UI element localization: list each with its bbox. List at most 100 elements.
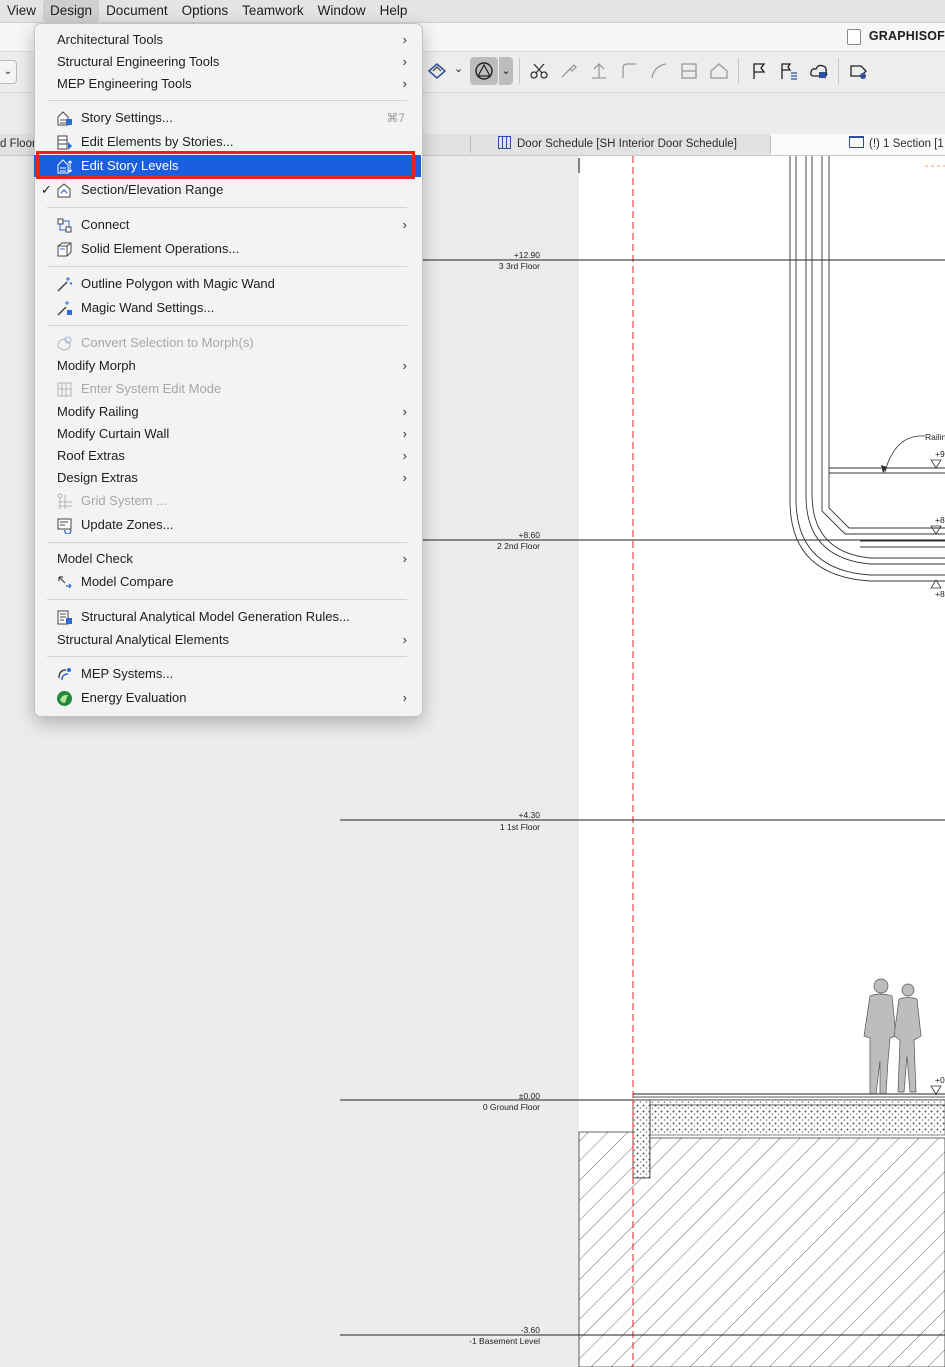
tab-door-schedule[interactable]: Door Schedule [SH Interior Door Schedule… bbox=[498, 134, 737, 155]
level-name-2: 2 2nd Floor bbox=[497, 541, 540, 551]
checkmark-icon: ✓ bbox=[41, 182, 52, 197]
energy-evaluation-icon bbox=[56, 690, 73, 707]
roof-icon[interactable] bbox=[708, 60, 730, 82]
shape-tool-active-icon[interactable] bbox=[470, 57, 498, 85]
fillet-icon[interactable] bbox=[618, 60, 640, 82]
chevron-right-icon: › bbox=[402, 470, 407, 485]
level-name-3: 3 3rd Floor bbox=[499, 261, 540, 271]
menu-item-update-zones[interactable]: Update Zones... bbox=[34, 514, 421, 536]
tag-icon[interactable] bbox=[848, 60, 870, 82]
level-elevation-2: +8.60 bbox=[518, 530, 540, 540]
menu-item-architectural-tools[interactable]: Architectural Tools › bbox=[34, 29, 421, 51]
menu-item-enter-system-edit-mode: Enter System Edit Mode bbox=[34, 378, 421, 400]
menu-item-edit-elements-by-stories[interactable]: Edit Elements by Stories... bbox=[34, 131, 421, 153]
tab-section[interactable]: (!) 1 Section [1 bbox=[771, 134, 945, 155]
menu-item-roof-extras[interactable]: Roof Extras › bbox=[34, 445, 421, 467]
level-name-0: 0 Ground Floor bbox=[483, 1102, 540, 1112]
menu-teamwork[interactable]: Teamwork bbox=[235, 0, 311, 22]
document-icon bbox=[847, 29, 861, 45]
menu-window[interactable]: Window bbox=[311, 0, 373, 22]
flag-list-icon[interactable] bbox=[778, 60, 800, 82]
toolbar-divider bbox=[738, 58, 739, 84]
magic-wand-settings-icon bbox=[56, 300, 73, 317]
chevron-right-icon: › bbox=[402, 358, 407, 373]
solid-ops-icon bbox=[56, 241, 73, 258]
menu-item-solid-element-operations[interactable]: Solid Element Operations... bbox=[34, 238, 421, 260]
chevron-right-icon: › bbox=[402, 217, 407, 232]
menu-separator bbox=[47, 599, 407, 600]
menu-item-magic-wand-settings[interactable]: Magic Wand Settings... bbox=[34, 297, 421, 319]
menu-item-model-check[interactable]: Model Check › bbox=[34, 548, 421, 570]
menu-item-structural-analytical-elements[interactable]: Structural Analytical Elements › bbox=[34, 629, 421, 651]
menu-separator bbox=[47, 207, 407, 208]
menu-item-mep-engineering-tools[interactable]: MEP Engineering Tools › bbox=[34, 73, 421, 95]
highlight-annotation-box bbox=[36, 151, 415, 179]
story-settings-icon bbox=[56, 110, 73, 127]
menu-item-energy-evaluation[interactable]: Energy Evaluation › bbox=[34, 687, 421, 709]
menu-item-design-extras[interactable]: Design Extras › bbox=[34, 467, 421, 489]
menu-item-modify-morph[interactable]: Modify Morph › bbox=[34, 355, 421, 377]
chevron-right-icon: › bbox=[402, 54, 407, 69]
section-icon bbox=[849, 136, 864, 148]
elevation-mark-8b: +8 bbox=[935, 589, 945, 599]
toolbar-dropdown-stub[interactable]: ⌄ bbox=[0, 60, 17, 84]
schedule-icon bbox=[498, 136, 511, 149]
chevron-right-icon: › bbox=[402, 32, 407, 47]
split-icon[interactable] bbox=[678, 60, 700, 82]
menu-item-structural-analytical-rules[interactable]: Structural Analytical Model Generation R… bbox=[34, 606, 421, 628]
elevation-mark-8a: +8 bbox=[935, 515, 945, 525]
menu-item-story-settings[interactable]: Story Settings... ⌘7 bbox=[34, 107, 421, 129]
chevron-down-icon[interactable]: ⌄ bbox=[499, 57, 513, 85]
scissors-icon[interactable] bbox=[528, 60, 550, 82]
menu-item-outline-polygon-magic-wand[interactable]: Outline Polygon with Magic Wand bbox=[34, 273, 421, 295]
edit-by-stories-icon bbox=[56, 134, 73, 151]
menu-separator bbox=[47, 100, 407, 101]
menu-options[interactable]: Options bbox=[175, 0, 236, 22]
menu-separator bbox=[47, 325, 407, 326]
system-edit-icon bbox=[56, 381, 73, 398]
grid-system-icon bbox=[56, 493, 73, 510]
menu-item-grid-system: Grid System ... bbox=[34, 490, 421, 512]
menu-item-section-elevation-range[interactable]: ✓ Section/Elevation Range bbox=[34, 179, 421, 201]
menu-help[interactable]: Help bbox=[373, 0, 415, 22]
chevron-right-icon: › bbox=[402, 632, 407, 647]
analytical-rules-icon bbox=[56, 609, 73, 626]
morph-convert-icon bbox=[56, 335, 73, 352]
menu-document[interactable]: Document bbox=[99, 0, 175, 22]
menu-item-convert-to-morph: Convert Selection to Morph(s) bbox=[34, 332, 421, 354]
level-elevation-0: ±0.00 bbox=[519, 1091, 540, 1101]
adjust-icon[interactable] bbox=[558, 60, 580, 82]
menu-separator bbox=[47, 266, 407, 267]
level-name-basement: -1 Basement Level bbox=[469, 1336, 540, 1346]
menu-separator bbox=[47, 656, 407, 657]
level-elevation-basement: -3.60 bbox=[521, 1325, 541, 1335]
tab-divider bbox=[470, 136, 471, 153]
chevron-right-icon: › bbox=[402, 551, 407, 566]
menu-item-model-compare[interactable]: Model Compare bbox=[34, 571, 421, 593]
model-compare-icon bbox=[56, 574, 73, 591]
railing-label: Railin bbox=[925, 432, 945, 442]
level-elevation-1: +4.30 bbox=[518, 810, 540, 820]
chevron-right-icon: › bbox=[402, 76, 407, 91]
menu-item-modify-railing[interactable]: Modify Railing › bbox=[34, 401, 421, 423]
toolbar-divider bbox=[519, 58, 520, 84]
menu-view[interactable]: View bbox=[0, 0, 43, 22]
toolbar-divider bbox=[838, 58, 839, 84]
level-name-1: 1 1st Floor bbox=[500, 822, 540, 832]
menu-item-structural-engineering-tools[interactable]: Structural Engineering Tools › bbox=[34, 51, 421, 73]
menu-item-mep-systems[interactable]: MEP Systems... bbox=[34, 663, 421, 685]
menu-separator bbox=[47, 542, 407, 543]
menu-design[interactable]: Design bbox=[43, 0, 100, 22]
curve-icon[interactable] bbox=[648, 60, 670, 82]
chevron-right-icon: › bbox=[402, 404, 407, 419]
menu-item-connect[interactable]: Connect › bbox=[34, 214, 421, 236]
menu-item-modify-curtain-wall[interactable]: Modify Curtain Wall › bbox=[34, 423, 421, 445]
tab-floor-plan[interactable]: d Floor bbox=[0, 134, 36, 155]
cloud-icon[interactable] bbox=[808, 60, 830, 82]
elevate-icon[interactable] bbox=[588, 60, 610, 82]
flag-icon[interactable] bbox=[748, 60, 770, 82]
plane-tool-icon[interactable] bbox=[426, 60, 448, 82]
chevron-down-icon[interactable]: ⌄ bbox=[454, 62, 463, 75]
chevron-right-icon: › bbox=[402, 690, 407, 705]
elevation-mark-9: +9 bbox=[935, 449, 945, 459]
